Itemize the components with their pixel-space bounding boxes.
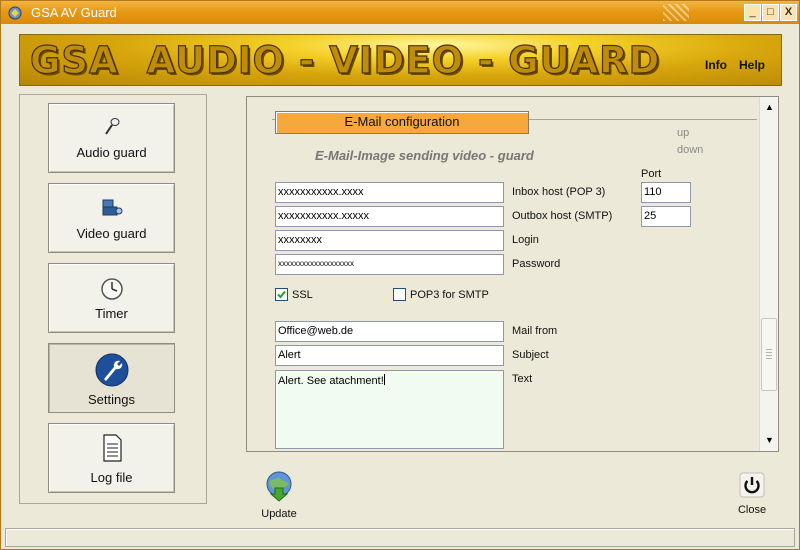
mail-from-input[interactable]: Office@web.de: [275, 321, 504, 342]
app-window: GSA AV Guard _ □ X GSA AUDIO - VIDEO - GU…: [0, 0, 800, 550]
close-label: Close: [737, 504, 767, 516]
help-link[interactable]: Help: [739, 58, 765, 72]
sidebar-item-log-file[interactable]: Log file: [48, 423, 175, 493]
sidebar-item-label: Settings: [88, 392, 135, 407]
maximize-button[interactable]: □: [762, 4, 779, 21]
status-bar: [5, 528, 795, 547]
close-window-button[interactable]: X: [780, 4, 797, 21]
vertical-scrollbar[interactable]: ▲ ▼: [759, 97, 778, 451]
globe-download-icon: [266, 471, 292, 502]
document-icon: [102, 434, 122, 462]
update-button[interactable]: Update: [256, 470, 302, 520]
mail-from-label: Mail from: [512, 325, 558, 337]
password-label: Password: [512, 258, 561, 270]
sidebar-item-audio-guard[interactable]: Audio guard: [48, 103, 175, 173]
minimize-button[interactable]: _: [744, 4, 761, 21]
text-label: Text: [512, 373, 533, 385]
ssl-checkbox[interactable]: [275, 288, 288, 301]
text-cursor: [383, 374, 385, 385]
microphone-icon: [104, 118, 119, 135]
info-link[interactable]: Info: [705, 58, 727, 72]
outbox-port-input[interactable]: 25: [641, 206, 691, 227]
up-link[interactable]: up: [677, 127, 689, 139]
outbox-host-input[interactable]: xxxxxxxxxxx.xxxxx: [275, 206, 504, 227]
pop3-for-smtp-label: POP3 for SMTP: [410, 289, 489, 301]
message-textarea[interactable]: Alert. See atachment!: [275, 370, 504, 449]
titlebar-grip: [663, 4, 689, 21]
login-input[interactable]: xxxxxxxx: [275, 230, 504, 251]
sidebar-item-settings[interactable]: Settings: [48, 343, 175, 413]
outbox-host-label: Outbox host (SMTP): [512, 210, 613, 222]
email-config-content: E-Mail configuration E-Mail-Image sendin…: [247, 97, 759, 451]
logo-gsa: GSA: [29, 38, 119, 82]
scroll-up-arrow-icon[interactable]: ▲: [762, 100, 777, 115]
sidebar-item-label: Timer: [95, 306, 128, 321]
power-icon: [739, 472, 765, 498]
inbox-host-input[interactable]: xxxxxxxxxxx.xxxx: [275, 182, 504, 203]
sidebar: Audio guard Video guard Timer Settings L…: [19, 94, 207, 504]
port-header: Port: [641, 168, 662, 180]
password-input[interactable]: xxxxxxxxxxxxxxxxxxx: [275, 254, 504, 275]
window-title: GSA AV Guard: [31, 5, 117, 20]
scroll-down-arrow-icon[interactable]: ▼: [762, 433, 777, 448]
logo-title: AUDIO - VIDEO - GUARD: [146, 38, 661, 82]
message-text: Alert. See atachment!: [278, 375, 384, 387]
scrollbar-thumb[interactable]: [761, 318, 777, 391]
wrench-icon: [95, 353, 128, 387]
login-label: Login: [512, 234, 539, 246]
settings-panel: E-Mail configuration E-Mail-Image sendin…: [246, 96, 779, 452]
email-configuration-button[interactable]: E-Mail configuration: [275, 111, 529, 134]
clock-icon: [100, 278, 123, 300]
subject-label: Subject: [512, 349, 549, 361]
header-banner: GSA AUDIO - VIDEO - GUARD Info Help: [19, 34, 782, 86]
sidebar-item-label: Audio guard: [76, 145, 147, 160]
close-button[interactable]: Close: [731, 472, 773, 516]
down-link[interactable]: down: [677, 144, 703, 156]
sidebar-item-label: Log file: [90, 470, 133, 485]
checkmark-icon: [277, 290, 286, 299]
title-bar[interactable]: GSA AV Guard _ □ X: [1, 1, 799, 24]
update-label: Update: [261, 508, 297, 520]
pop3-for-smtp-checkbox[interactable]: [393, 288, 406, 301]
app-icon: [8, 6, 22, 20]
scrollbar-grip: [766, 349, 772, 359]
app-logo: GSA AUDIO - VIDEO - GUARD: [29, 38, 661, 82]
section-subtitle: E-Mail-Image sending video - guard: [315, 148, 534, 163]
sidebar-item-timer[interactable]: Timer: [48, 263, 175, 333]
camera-icon: [102, 199, 122, 216]
subject-input[interactable]: Alert: [275, 345, 504, 366]
ssl-label: SSL: [292, 289, 313, 301]
inbox-host-label: Inbox host (POP 3): [512, 186, 606, 198]
sidebar-item-label: Video guard: [76, 226, 147, 241]
sidebar-item-video-guard[interactable]: Video guard: [48, 183, 175, 253]
inbox-port-input[interactable]: 110: [641, 182, 691, 203]
